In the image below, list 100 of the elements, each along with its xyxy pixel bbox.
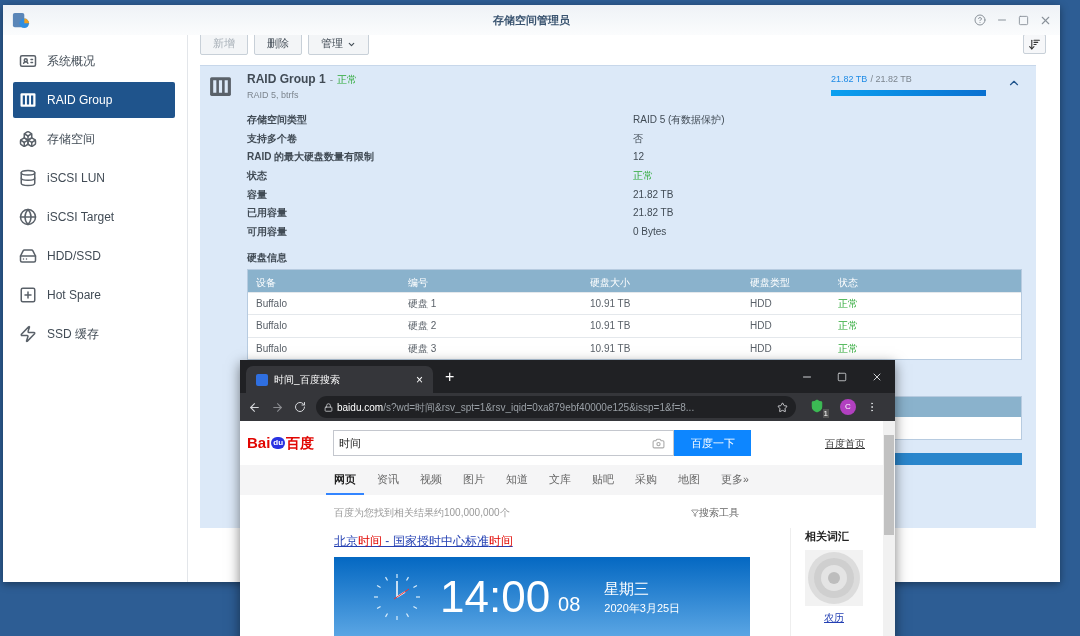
search-tab[interactable]: 图片 bbox=[455, 467, 493, 495]
detail-label: 可用容量 bbox=[247, 224, 288, 239]
sidebar-icon bbox=[19, 130, 37, 148]
raid-group-name: RAID Group 1 bbox=[247, 71, 326, 88]
sidebar-item[interactable]: SSD 缓存 bbox=[13, 316, 175, 352]
camera-icon[interactable] bbox=[652, 436, 665, 450]
search-field[interactable]: 时间 bbox=[333, 430, 674, 456]
column-header: 设备 bbox=[256, 276, 276, 288]
search-tab[interactable]: 网页 bbox=[326, 467, 364, 495]
raid-status: 正常 bbox=[337, 72, 357, 87]
back-icon[interactable] bbox=[248, 400, 261, 414]
logo-text: Bai bbox=[247, 432, 271, 453]
raid-subtitle: RAID 5, btrfs bbox=[247, 89, 300, 102]
sidebar-icon bbox=[19, 91, 37, 109]
detail-label: 支持多个卷 bbox=[247, 131, 298, 146]
search-tab[interactable]: 视频 bbox=[412, 467, 450, 495]
disk-info-title: 硬盘信息 bbox=[247, 250, 288, 265]
detail-label: 状态 bbox=[247, 169, 268, 184]
detail-value: RAID 5 (有数据保护) bbox=[633, 113, 725, 128]
sidebar-item[interactable]: RAID Group bbox=[13, 82, 175, 118]
table-cell: HDD bbox=[750, 320, 772, 332]
detail-label: 容量 bbox=[247, 187, 268, 202]
result-title-link[interactable]: 北京时间 - 国家授时中心标准时间 bbox=[334, 534, 513, 548]
table-cell: 硬盘 1 bbox=[408, 297, 437, 309]
logo-text: 百度 bbox=[286, 433, 315, 453]
sidebar-item[interactable]: HDD/SSD bbox=[13, 238, 175, 274]
bookmark-icon[interactable] bbox=[777, 401, 788, 413]
clock-seconds: 08 bbox=[558, 592, 581, 617]
sidebar-item[interactable]: 存储空间 bbox=[13, 121, 175, 157]
browser-tab[interactable]: 时间_百度搜索 × bbox=[246, 366, 433, 393]
detail-value: 否 bbox=[633, 131, 643, 146]
filter-icon bbox=[691, 508, 699, 517]
help-icon[interactable] bbox=[974, 14, 986, 26]
search-tab[interactable]: 贴吧 bbox=[584, 467, 622, 495]
sidebar-icon bbox=[19, 325, 37, 343]
search-tab[interactable]: 知道 bbox=[498, 467, 536, 495]
total-capacity: / 21.82 TB bbox=[870, 73, 912, 86]
lock-icon bbox=[324, 402, 333, 412]
clock-icon bbox=[372, 572, 422, 622]
clock-date: 2020年3月25日 bbox=[604, 601, 681, 616]
home-link[interactable]: 百度首页 bbox=[825, 435, 865, 451]
clock-time: 14:00 bbox=[440, 575, 551, 619]
tab-title: 时间_百度搜索 bbox=[274, 373, 341, 387]
forward-icon[interactable] bbox=[271, 400, 284, 414]
url-text: baidu.com/s?wd=时间&rsv_spt=1&rsv_iqid=0xa879ebf40000e125&issp=1&f=8... bbox=[337, 400, 696, 415]
reload-icon[interactable] bbox=[294, 401, 306, 413]
sort-button[interactable] bbox=[1023, 34, 1046, 54]
tab-close-button[interactable]: × bbox=[416, 370, 423, 389]
sidebar-item[interactable]: Hot Spare bbox=[13, 277, 175, 313]
sidebar-item[interactable]: 系统概况 bbox=[13, 43, 175, 79]
related-link[interactable]: 农历 bbox=[824, 609, 844, 625]
table-cell: 10.91 TB bbox=[590, 342, 631, 354]
column-header: 编号 bbox=[408, 276, 428, 288]
table-cell: 正常 bbox=[838, 297, 858, 309]
table-cell: Buffalo bbox=[256, 297, 287, 309]
sidebar-icon bbox=[19, 52, 37, 70]
search-tab[interactable]: 地图 bbox=[670, 467, 708, 495]
table-cell: 10.91 TB bbox=[590, 320, 631, 332]
sidebar-item[interactable]: iSCSI LUN bbox=[13, 160, 175, 196]
related-title: 相关词汇 bbox=[805, 529, 850, 544]
sort-icon bbox=[1028, 37, 1041, 51]
table-cell: 正常 bbox=[838, 342, 858, 354]
search-tools-button[interactable]: 搜索工具 bbox=[691, 505, 739, 520]
toolbar-button[interactable]: 管理 bbox=[308, 33, 369, 55]
detail-label: 已用容量 bbox=[247, 206, 288, 221]
extension-badge: 1 bbox=[822, 409, 829, 418]
table-cell: Buffalo bbox=[256, 342, 287, 354]
detail-value: 21.82 TB bbox=[633, 206, 674, 221]
table-cell: 10.91 TB bbox=[590, 297, 631, 309]
table-cell: HDD bbox=[750, 342, 772, 354]
result-count: 百度为您找到相关结果约100,000,000个 bbox=[334, 506, 511, 520]
address-bar[interactable]: baidu.com/s?wd=时间&rsv_spt=1&rsv_iqid=0xa879ebf40000e125&issp=1&f=8... bbox=[316, 396, 796, 418]
detail-value: 12 bbox=[633, 150, 645, 165]
table-cell: Buffalo bbox=[256, 320, 287, 332]
sidebar-item[interactable]: iSCSI Target bbox=[13, 199, 175, 235]
tab-favicon bbox=[256, 373, 268, 386]
sidebar-icon bbox=[19, 208, 37, 226]
maximize-icon[interactable] bbox=[837, 371, 847, 382]
logo-paw: du bbox=[271, 437, 286, 449]
column-header: 状态 bbox=[838, 276, 858, 288]
detail-value: 21.82 TB bbox=[633, 187, 674, 202]
toolbar-button[interactable]: 删除 bbox=[254, 33, 302, 55]
search-button[interactable]: 百度一下 bbox=[674, 430, 751, 456]
search-tab[interactable]: 文库 bbox=[541, 467, 579, 495]
table-cell: 硬盘 2 bbox=[408, 320, 437, 332]
search-tab[interactable]: 资讯 bbox=[369, 467, 407, 495]
new-tab-button[interactable]: + bbox=[445, 365, 455, 389]
window-title: 存储空间管理员 bbox=[493, 12, 570, 28]
profile-avatar[interactable]: C bbox=[840, 399, 856, 415]
detail-value: 正常 bbox=[633, 169, 653, 184]
raid-icon bbox=[208, 74, 233, 99]
column-header: 硬盘类型 bbox=[750, 276, 790, 288]
search-tab[interactable]: 更多» bbox=[713, 467, 757, 495]
extension-button[interactable]: 1 bbox=[810, 399, 826, 415]
separator: - bbox=[329, 72, 333, 87]
sidebar-icon bbox=[19, 247, 37, 265]
table-cell: 硬盘 3 bbox=[408, 342, 437, 354]
sidebar-icon bbox=[19, 169, 37, 187]
search-tab[interactable]: 采购 bbox=[627, 467, 665, 495]
table-cell: 正常 bbox=[838, 320, 858, 332]
